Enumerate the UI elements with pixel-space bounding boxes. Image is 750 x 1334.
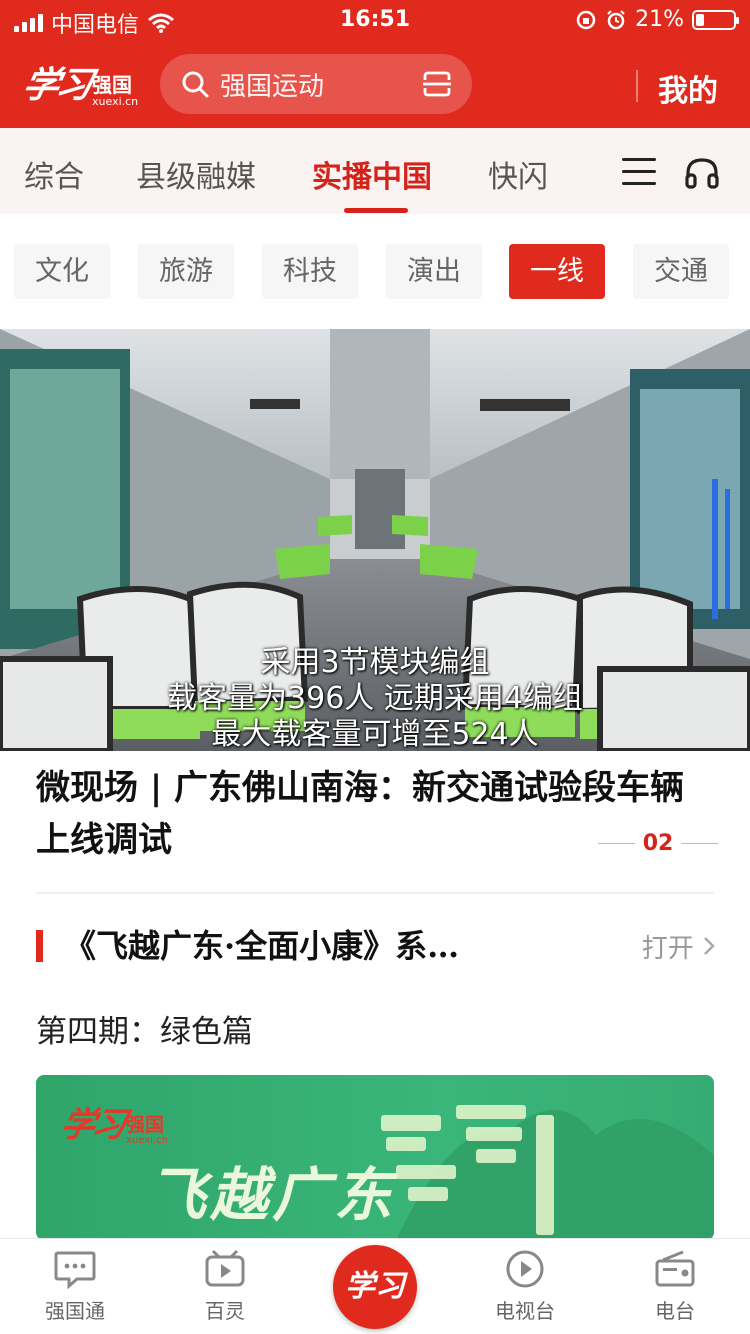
radio-icon [655, 1250, 695, 1287]
tab-flash[interactable]: 快闪 [488, 152, 548, 196]
search-placeholder: 强国运动 [220, 71, 325, 102]
caption-line-3: 最大载客量可增至524人 [211, 717, 539, 751]
app-logo[interactable]: 学习 强国 xuexi.cn [19, 56, 139, 108]
page-indicator: 02 [598, 828, 718, 858]
menu-icon[interactable] [622, 158, 656, 186]
tabbar-item-bailing[interactable]: 百灵 [165, 1249, 285, 1324]
header-divider [636, 70, 638, 102]
rotation-lock-icon [576, 10, 596, 29]
series-title[interactable]: 《飞越广东·全面小康》系… [64, 922, 584, 970]
search-bar[interactable]: 强国运动 [160, 54, 472, 114]
tabbar-label-tv: 电视台 [495, 1299, 555, 1323]
tabbar-xuexi-button[interactable]: 学习 [333, 1245, 417, 1329]
channel-tabs: 综合 县级融媒 实播中国 快闪 [0, 128, 750, 214]
status-bar: 中国电信 16:51 21% [0, 0, 750, 40]
open-button[interactable]: 打开 [642, 928, 716, 965]
logo-script: 学习 [18, 64, 94, 106]
chat-icon [54, 1251, 96, 1290]
active-tab-indicator [344, 208, 408, 213]
series-subtitle: 第四期：绿色篇 [36, 1014, 253, 1050]
chip-traffic[interactable]: 交通 [633, 244, 729, 299]
banner-art [381, 1105, 714, 1240]
play-circle-icon [506, 1250, 544, 1288]
page-index: 02 [642, 830, 674, 856]
series-header: 《飞越广东·全面小康》系… 打开 [36, 922, 716, 970]
tabbar-label-radio: 电台 [655, 1299, 695, 1323]
top-header: 中国电信 16:51 21% 学习 强国 xuexi.cn 强国运动 我的 [0, 0, 750, 128]
battery-icon [692, 9, 739, 30]
caption-line-1: 采用3节模块编组 [260, 645, 490, 680]
bottom-tab-bar: 强国通 百灵 学习 电视台 电台 [0, 1238, 750, 1334]
caption-line-2: 载客量为396人 远期采用4编组 [167, 681, 583, 716]
series-banner[interactable]: 学习 强国 xuexi.cn 飞越广东 [36, 1075, 714, 1240]
tab-county-media[interactable]: 县级融媒 [136, 152, 256, 196]
headphones-icon[interactable] [684, 156, 720, 190]
tabbar-item-tv[interactable]: 电视台 [465, 1249, 585, 1324]
chip-frontline[interactable]: 一线 [509, 244, 605, 299]
tabbar-item-radio[interactable]: 电台 [615, 1249, 735, 1324]
hero-video[interactable]: 采用3节模块编组 载客量为396人 远期采用4编组 最大载客量可增至524人 [0, 329, 750, 751]
chip-tech[interactable]: 科技 [262, 244, 358, 299]
accent-bar [36, 930, 43, 962]
battery-percent: 21% [635, 7, 684, 32]
tabbar-label-qiangguotong: 强国通 [45, 1299, 105, 1323]
search-icon [182, 71, 209, 98]
tab-live-china[interactable]: 实播中国 [312, 152, 432, 196]
logo-cn: 强国 [92, 73, 133, 97]
section-divider [36, 892, 714, 894]
tabbar-label-bailing: 百灵 [205, 1299, 245, 1323]
tab-comprehensive[interactable]: 综合 [24, 152, 84, 196]
chevron-right-icon [704, 937, 715, 955]
open-label: 打开 [641, 934, 694, 964]
chip-performance[interactable]: 演出 [386, 244, 482, 299]
alarm-icon [607, 9, 625, 29]
chip-culture[interactable]: 文化 [14, 244, 110, 299]
logo-en: xuexi.cn [92, 95, 139, 108]
chip-travel[interactable]: 旅游 [138, 244, 234, 299]
mine-button[interactable]: 我的 [658, 66, 718, 110]
video-play-icon [205, 1249, 245, 1287]
category-chips: 文化 旅游 科技 演出 一线 交通 [0, 214, 750, 329]
scan-icon[interactable] [422, 71, 452, 97]
tabbar-item-qiangguotong[interactable]: 强国通 [15, 1249, 135, 1324]
